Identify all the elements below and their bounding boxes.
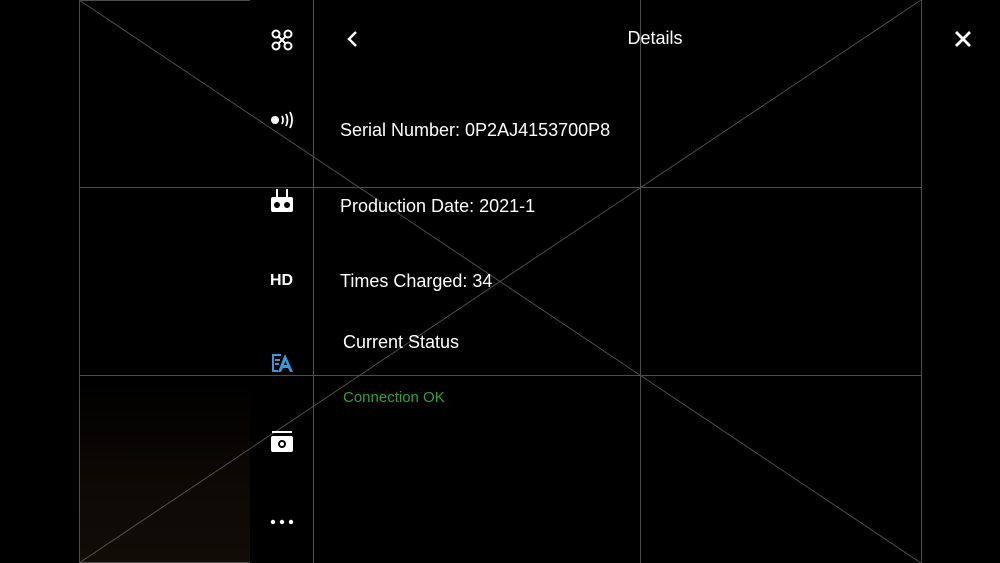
status-value: Connection OK [343, 389, 445, 406]
sidebar-item-camera[interactable] [250, 422, 313, 462]
close-button[interactable] [948, 24, 978, 54]
sidebar-item-aircraft[interactable] [250, 20, 313, 60]
page-title: Details [627, 28, 683, 48]
drone-icon [271, 29, 292, 51]
chevron-left-icon [347, 31, 357, 47]
current-status-heading: Current Status [343, 332, 460, 352]
sidebar-item-hd[interactable]: HD [250, 261, 313, 301]
sidebar: HD [250, 0, 314, 563]
remote-controller-icon [270, 189, 293, 212]
sidebar-item-more[interactable] [250, 502, 313, 542]
sidebar-item-remote-controller[interactable] [250, 181, 313, 221]
sidebar-item-signal[interactable] [250, 100, 313, 140]
serial-number: Serial Number: 0P2AJ4153700P8 [340, 120, 611, 140]
camera-preview-background [79, 380, 250, 563]
hd-label: HD [269, 272, 294, 289]
times-charged: Times Charged: 34 [340, 271, 493, 291]
sidebar-item-battery[interactable] [250, 342, 313, 382]
back-button[interactable] [340, 24, 364, 54]
more-icon [270, 519, 293, 525]
camera-icon [270, 431, 293, 452]
production-date: Production Date: 2021-1 [340, 196, 536, 216]
close-icon [955, 31, 971, 47]
signal-icon [270, 111, 293, 129]
battery-icon [271, 354, 293, 372]
